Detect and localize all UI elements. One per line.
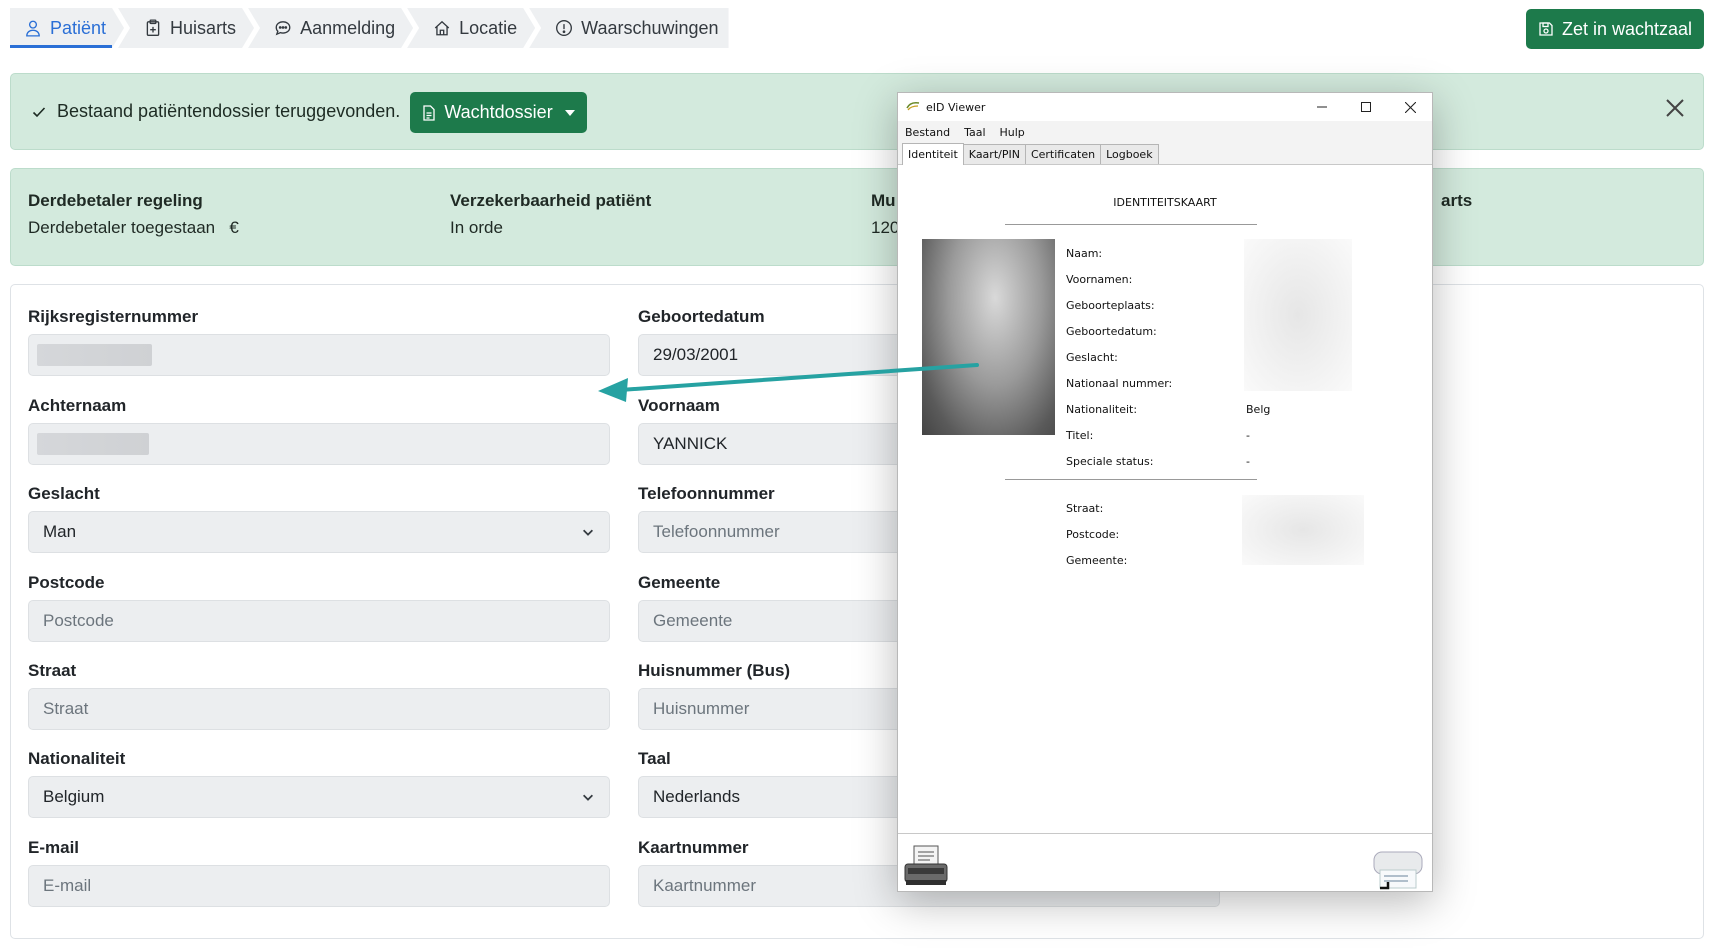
eid-viewer-window: eID Viewer Bestand Taal Hulp Identiteit … (897, 92, 1433, 892)
menu-hulp[interactable]: Hulp (1000, 126, 1025, 139)
tab-locatie[interactable]: Locatie (407, 8, 535, 48)
geslacht-value: Man (43, 522, 77, 541)
label-postcode: Postcode: (1066, 528, 1120, 541)
alert-message: Bestaand patiëntendossier teruggevonden. (31, 101, 400, 122)
eid-titlebar[interactable]: eID Viewer (898, 93, 1432, 121)
save-to-waiting-room-button[interactable]: Zet in wachtzaal (1526, 9, 1704, 49)
email-field: E-mail E-mail (28, 838, 610, 907)
wachtdossier-dropdown-button[interactable]: Wachtdossier (410, 92, 587, 133)
tab-waarschuwingen[interactable]: Waarschuwingen (529, 8, 729, 48)
derdebetaler-value: Derdebetaler toegestaan (28, 218, 216, 237)
label-gemeente: Gemeente: (1066, 554, 1128, 567)
divider (1005, 224, 1257, 225)
eid-bottom-toolbar (898, 833, 1432, 891)
value-speciale-status: - (1246, 455, 1250, 468)
geslacht-field: Geslacht Man (28, 484, 610, 553)
eid-tab-kaart-pin[interactable]: Kaart/PIN (962, 144, 1026, 164)
eid-tabbar: Identiteit Kaart/PIN Certificaten Logboe… (898, 143, 1432, 165)
eid-window-title: eID Viewer (926, 100, 986, 114)
nationaliteit-select[interactable]: Belgium (28, 776, 610, 818)
redacted-address-values (1242, 495, 1364, 565)
label-naam: Naam: (1066, 247, 1103, 260)
label-nationaliteit: Nationaliteit: (1066, 403, 1138, 416)
tab-label: Locatie (459, 17, 518, 38)
verzekerbaarheid-info: Verzekerbaarheid patiënt In orde (450, 191, 652, 237)
label-titel: Titel: (1066, 429, 1094, 442)
check-icon (32, 106, 46, 117)
tab-label: Patiënt (50, 17, 107, 38)
insurance-info-panel: Derdebetaler regeling Derdebetaler toege… (10, 168, 1704, 266)
value-titel: - (1246, 429, 1250, 442)
redacted-value (37, 433, 149, 455)
caret-down-icon (564, 109, 575, 116)
achternaam-field: Achternaam (28, 396, 610, 465)
eid-tab-logboek[interactable]: Logboek (1100, 144, 1159, 164)
tab-patient[interactable]: Patiënt (10, 8, 124, 48)
eid-heading: IDENTITEITSKAART (1113, 196, 1217, 209)
mutualiteit-info: Mu 120 (871, 191, 900, 237)
eid-menubar: Bestand Taal Hulp (898, 121, 1432, 143)
postcode-input[interactable]: Postcode (28, 600, 610, 642)
minimize-icon[interactable] (1300, 93, 1344, 121)
eid-app-icon (906, 102, 920, 111)
label-geslacht: Geslacht: (1066, 351, 1118, 364)
menu-taal[interactable]: Taal (964, 126, 985, 139)
label-voornamen: Voornamen: (1066, 273, 1133, 286)
printer-icon[interactable] (1370, 846, 1426, 890)
house-icon (433, 19, 451, 37)
tab-label: Waarschuwingen (581, 17, 719, 38)
redacted-value (37, 344, 152, 366)
tab-huisarts[interactable]: Huisarts (118, 8, 254, 48)
email-input[interactable]: E-mail (28, 865, 610, 907)
rijksregisternummer-field: Rijksregisternummer (28, 307, 610, 376)
chevron-down-icon (583, 529, 593, 536)
eid-identity-panel: IDENTITEITSKAART Naam: Voornamen: Geboor… (898, 166, 1432, 834)
redacted-identity-values (1244, 239, 1352, 391)
eid-tab-identiteit[interactable]: Identiteit (902, 143, 964, 165)
card-reader-icon[interactable] (902, 842, 950, 888)
euro-icon: € (229, 218, 239, 237)
eid-tab-certificaten[interactable]: Certificaten (1024, 144, 1102, 164)
exclamation-circle-icon (556, 20, 573, 36)
label-nationaal-nummer: Nationaal nummer: (1066, 377, 1173, 390)
rijksregisternummer-input[interactable] (28, 334, 610, 376)
label-speciale-status: Speciale status: (1066, 455, 1154, 468)
menu-bestand[interactable]: Bestand (905, 126, 950, 139)
tab-aanmelding[interactable]: Aanmelding (248, 8, 413, 48)
divider (1005, 479, 1257, 480)
clipboard-plus-icon (144, 19, 162, 37)
straat-input[interactable]: Straat (28, 688, 610, 730)
floppy-icon (1539, 22, 1553, 36)
chevron-down-icon (583, 794, 593, 801)
straat-field: Straat Straat (28, 661, 610, 730)
nationaliteit-field: Nationaliteit Belgium (28, 749, 610, 818)
close-icon[interactable] (1663, 96, 1687, 120)
derdebetaler-info: Derdebetaler regeling Derdebetaler toege… (28, 191, 239, 237)
postcode-field: Postcode Postcode (28, 573, 610, 642)
maximize-icon[interactable] (1344, 93, 1388, 121)
save-button-label: Zet in wachtzaal (1561, 18, 1693, 39)
dossier-found-alert: Bestaand patiëntendossier teruggevonden.… (10, 73, 1704, 150)
tab-label: Aanmelding (300, 17, 396, 38)
label-straat: Straat: (1066, 502, 1104, 515)
dossier-button-label: Wachtdossier (444, 102, 553, 122)
geslacht-select[interactable]: Man (28, 511, 610, 553)
nationaliteit-value: Belgium (43, 787, 105, 806)
patient-tabs: Patiënt Huisarts Aanmelding Locatie Waar… (10, 8, 729, 48)
tab-label: Huisarts (170, 17, 237, 38)
close-window-icon[interactable] (1388, 93, 1432, 121)
person-icon (24, 19, 42, 37)
huisarts-info: arts (1441, 191, 1473, 210)
chat-icon (274, 19, 292, 37)
file-icon (423, 104, 435, 121)
patient-form: Rijksregisternummer Geboortedatum 29/03/… (10, 284, 1704, 939)
value-nationaliteit: Belg (1246, 403, 1271, 416)
label-geboortedatum: Geboortedatum: (1066, 325, 1157, 338)
achternaam-input[interactable] (28, 423, 610, 465)
label-geboorteplaats: Geboorteplaats: (1066, 299, 1155, 312)
id-photo (922, 239, 1055, 435)
